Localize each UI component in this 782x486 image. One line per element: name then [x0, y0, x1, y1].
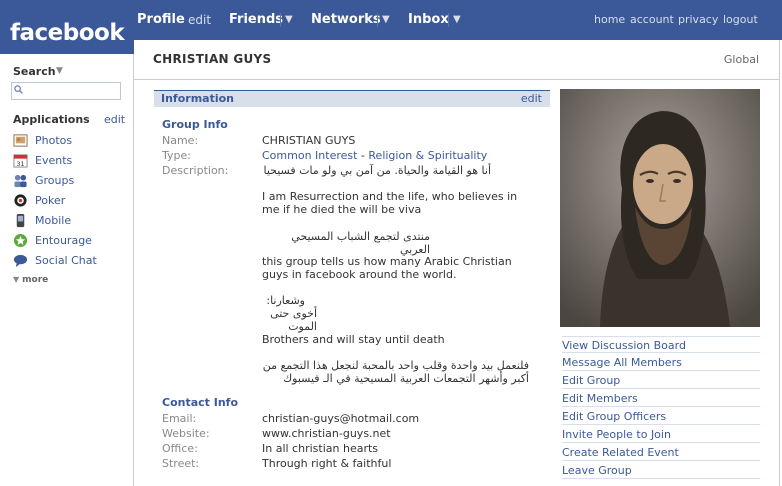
- app-poker[interactable]: Poker: [13, 192, 65, 210]
- create-related-event-link[interactable]: Create Related Event: [562, 444, 760, 461]
- name-label: Name:: [162, 134, 199, 147]
- page-title: CHRISTIAN GUYS: [153, 52, 272, 66]
- email-link[interactable]: christian-guys@hotmail.com: [262, 412, 542, 425]
- calendar-day: 31: [16, 160, 24, 168]
- app-events[interactable]: 31 Events: [13, 152, 72, 170]
- app-groups[interactable]: Groups: [13, 172, 74, 190]
- description-english-2: this group tells us how many Arabic Chri…: [262, 255, 512, 281]
- nav-inbox-link[interactable]: Inbox: [408, 0, 449, 40]
- edit-group-link[interactable]: Edit Group: [562, 372, 760, 389]
- more-label: more: [22, 275, 49, 285]
- office-label: Office:: [162, 442, 198, 455]
- account-link[interactable]: account: [630, 0, 674, 40]
- friends-dropdown-icon[interactable]: ▼: [285, 0, 293, 40]
- type-category-link[interactable]: Common Interest: [262, 149, 357, 162]
- office-value: In all christian hearts: [262, 442, 379, 455]
- app-label: Poker: [35, 194, 66, 207]
- description-arabic-1: أنا هو القيامة والحياة. من آمن بي ولو ما…: [263, 164, 491, 177]
- app-photos[interactable]: Photos: [13, 132, 72, 150]
- search-label[interactable]: Search: [13, 65, 56, 78]
- email-label: Email:: [162, 412, 197, 425]
- information-header: Information edit: [154, 90, 550, 107]
- name-value: CHRISTIAN GUYS: [262, 134, 356, 147]
- search-input[interactable]: [11, 82, 121, 100]
- group-network: Global: [723, 53, 759, 66]
- information-edit-link[interactable]: edit: [521, 92, 542, 105]
- groups-icon: [14, 174, 27, 188]
- entourage-icon: [13, 233, 28, 248]
- description-english-3: Brothers and will stay until death: [262, 333, 445, 346]
- app-label: Photos: [35, 134, 73, 147]
- app-social-chat[interactable]: Social Chat: [13, 252, 97, 270]
- group-header: CHRISTIAN GUYS Global: [134, 40, 780, 80]
- edit-group-officers-link[interactable]: Edit Group Officers: [562, 408, 760, 425]
- website-link[interactable]: www.christian-guys.net: [262, 427, 542, 440]
- mobile-icon: [16, 213, 25, 228]
- type-subcategory-link[interactable]: Religion & Spirituality: [368, 149, 487, 162]
- left-sidebar: Search ▼ Applications edit Photos 31 Eve…: [0, 54, 134, 486]
- type-label: Type:: [162, 149, 191, 162]
- app-label: Mobile: [35, 214, 72, 227]
- nav-profile-edit-link[interactable]: edit: [188, 0, 211, 40]
- privacy-link[interactable]: privacy: [678, 0, 718, 40]
- description-arabic-3a: وشعارنا:: [266, 294, 305, 307]
- more-apps-link[interactable]: ▼ more: [13, 275, 48, 285]
- calendar-icon: 31: [13, 154, 28, 168]
- nav-friends-link[interactable]: Friends: [229, 0, 283, 40]
- description-english-1: I am Resurrection and the life, who beli…: [262, 190, 518, 216]
- chat-icon: [13, 254, 28, 268]
- view-discussion-board-link[interactable]: View Discussion Board: [562, 336, 760, 353]
- photos-icon: [13, 134, 28, 147]
- nav-networks-link[interactable]: Networks: [311, 0, 381, 40]
- app-mobile[interactable]: Mobile: [13, 212, 71, 230]
- search-options-icon[interactable]: ▼: [56, 66, 63, 76]
- home-link[interactable]: home: [594, 0, 625, 40]
- inbox-dropdown-icon[interactable]: ▼: [453, 0, 461, 40]
- street-value: Through right & faithful: [262, 457, 392, 470]
- type-separator: -: [357, 149, 369, 162]
- type-value: Common Interest - Religion & Spiritualit…: [262, 149, 542, 162]
- search-icon: [14, 85, 23, 94]
- invite-people-link[interactable]: Invite People to Join: [562, 426, 760, 443]
- nav-separator: [377, 13, 378, 27]
- description-arabic-4a: فلنعمل بيد واحدة وقلب واحد بالمحبة لنجعل…: [262, 359, 529, 372]
- group-picture[interactable]: [560, 89, 760, 327]
- app-label: Groups: [35, 174, 75, 187]
- edit-members-link[interactable]: Edit Members: [562, 390, 760, 407]
- message-all-members-link[interactable]: Message All Members: [562, 354, 760, 371]
- applications-edit-link[interactable]: edit: [104, 113, 125, 126]
- group-main-content: CHRISTIAN GUYS Global Information edit G…: [134, 40, 782, 486]
- description-arabic-4b: أكبر وأشهر التجمعات العربية المسيحية في …: [283, 372, 529, 385]
- chevron-down-icon: ▼: [13, 275, 20, 284]
- description-arabic-2: منتدى لتجمع الشباب المسيحي العربي: [291, 230, 430, 256]
- applications-title: Applications: [13, 113, 90, 126]
- logout-link[interactable]: logout: [723, 0, 758, 40]
- contact-info-title: Contact Info: [162, 396, 239, 409]
- app-label: Events: [35, 154, 73, 167]
- group-info-title: Group Info: [162, 118, 228, 131]
- street-label: Street:: [162, 457, 200, 470]
- networks-dropdown-icon[interactable]: ▼: [382, 0, 390, 40]
- website-label: Website:: [162, 427, 210, 440]
- leave-group-link[interactable]: Leave Group: [562, 462, 760, 479]
- description-arabic-3b: أخوى حتى الموت: [270, 307, 317, 333]
- app-entourage[interactable]: Entourage: [13, 232, 92, 250]
- information-title: Information: [161, 92, 234, 105]
- nav-separator: [280, 13, 281, 27]
- description-label: Description:: [162, 164, 229, 177]
- nav-separator: [448, 13, 449, 27]
- nav-profile-link[interactable]: Profile: [137, 0, 185, 40]
- app-label: Social Chat: [35, 254, 97, 267]
- poker-icon: [14, 194, 27, 207]
- facebook-logo[interactable]: facebook: [0, 0, 134, 54]
- app-label: Entourage: [35, 234, 92, 247]
